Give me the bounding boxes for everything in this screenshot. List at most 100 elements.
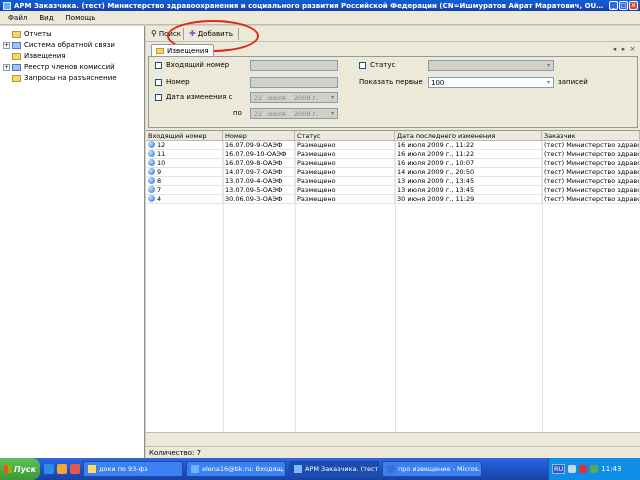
start-button[interactable]: Пуск bbox=[0, 458, 40, 480]
incoming-number-label: Входящий номер bbox=[166, 61, 230, 69]
clock[interactable]: 11:43 bbox=[601, 465, 621, 473]
table-cell: 13 июля 2009 г., 13:45 bbox=[395, 177, 542, 186]
table-cell: 16 июля 2009 г., 11:22 bbox=[395, 150, 542, 159]
table-cell: (тест) Министерство здравоо bbox=[542, 195, 640, 204]
media-icon[interactable] bbox=[70, 464, 80, 474]
cell-text: Размещено bbox=[297, 150, 336, 158]
column-header-customer[interactable]: Заказчик bbox=[542, 131, 640, 141]
document-icon bbox=[387, 465, 395, 473]
dropdown-arrow-icon[interactable]: ▾ bbox=[544, 61, 553, 70]
cell-text: 10 bbox=[157, 159, 166, 167]
tree-item-feedback[interactable]: + Система обратной связи bbox=[3, 40, 115, 50]
number-label: Номер bbox=[166, 78, 190, 86]
table-cell: 7 bbox=[146, 186, 223, 195]
mail-icon[interactable] bbox=[57, 464, 67, 474]
menu-file[interactable]: Файл bbox=[8, 14, 27, 22]
globe-icon bbox=[148, 150, 155, 157]
close-button[interactable]: × bbox=[629, 1, 638, 10]
cell-text: 13 июля 2009 г., 13:45 bbox=[397, 177, 475, 185]
status-select[interactable]: ▾ bbox=[428, 60, 554, 71]
cell-text: Размещено bbox=[297, 177, 336, 185]
changed-date-checkbox[interactable] bbox=[155, 94, 162, 101]
table-row[interactable]: 9 14.07.09-7-ОАЭФ Размещено 14 июля 2009 г.… bbox=[146, 168, 640, 177]
table-row[interactable]: 11 16.07.09-10-ОАЭФ Размещено 16 июля 2009 … bbox=[146, 150, 640, 159]
table-cell: 16 июля 2009 г., 10:07 bbox=[395, 159, 542, 168]
network-icon[interactable] bbox=[568, 465, 577, 473]
tree-item-reports[interactable]: Отчеты bbox=[3, 29, 52, 39]
expand-icon[interactable]: + bbox=[3, 41, 10, 49]
folder-icon bbox=[156, 47, 164, 54]
cell-text: 14.07.09-7-ОАЭФ bbox=[225, 168, 283, 176]
start-label: Пуск bbox=[14, 464, 37, 474]
cell-text: 16.07.09-8-ОАЭФ bbox=[225, 159, 283, 167]
table-cell: 13.07.09-4-ОАЭФ bbox=[223, 177, 295, 186]
status-checkbox[interactable] bbox=[359, 62, 366, 69]
browser-icon[interactable] bbox=[44, 464, 54, 474]
antivirus-icon[interactable] bbox=[579, 465, 588, 473]
tab-close-icon[interactable]: × bbox=[628, 45, 637, 54]
dropdown-arrow-icon[interactable]: ▾ bbox=[328, 109, 337, 118]
menu-help[interactable]: Помощь bbox=[66, 14, 96, 22]
table-row[interactable]: 8 13.07.09-4-ОАЭФ Размещено 13 июля 2009 г.… bbox=[146, 177, 640, 186]
table-row[interactable]: 4 30.06.09-3-ОАЭФ Размещено 30 июня 2009 г.… bbox=[146, 195, 640, 204]
binoculars-icon: ⚲ bbox=[151, 29, 157, 38]
globe-icon bbox=[148, 141, 155, 148]
horizontal-scrollbar[interactable] bbox=[146, 432, 640, 446]
folder-icon bbox=[12, 30, 21, 38]
dropdown-arrow-icon[interactable]: ▾ bbox=[544, 78, 553, 87]
tree-item-commission-register[interactable]: + Реестр членов комиссий bbox=[3, 62, 115, 72]
table-cell: Размещено bbox=[295, 150, 395, 159]
task-label: доки по 93-фз bbox=[99, 465, 148, 473]
tab-notices[interactable]: Извещения bbox=[151, 44, 214, 56]
security-icon[interactable] bbox=[590, 465, 599, 473]
cell-text: (тест) Министерство здравоо bbox=[544, 150, 640, 158]
incoming-number-checkbox[interactable] bbox=[155, 62, 162, 69]
tree-item-clarification-requests[interactable]: Запросы на разъяснение bbox=[3, 73, 117, 83]
date-to-year: 2009 г. bbox=[294, 110, 319, 118]
table-cell: 10 bbox=[146, 159, 223, 168]
column-header-number[interactable]: Номер bbox=[223, 131, 295, 141]
table-cell: 14 июля 2009 г., 20:50 bbox=[395, 168, 542, 177]
table-cell: 16 июля 2009 г., 11:22 bbox=[395, 141, 542, 150]
menu-view[interactable]: Вид bbox=[39, 14, 53, 22]
date-from-field[interactable]: 22 июля 2009 г. ▾ bbox=[250, 92, 338, 103]
window-titlebar[interactable]: АРМ Заказчика. (тест) Министерство здрав… bbox=[0, 0, 640, 11]
maximize-button[interactable]: □ bbox=[619, 1, 628, 10]
window-title: АРМ Заказчика. (тест) Министерство здрав… bbox=[14, 1, 609, 10]
table-cell: (тест) Министерство здравоо bbox=[542, 141, 640, 150]
minimize-button[interactable]: _ bbox=[609, 1, 618, 10]
column-header-status[interactable]: Статус bbox=[295, 131, 395, 141]
task-arm-customer[interactable]: АРМ Заказчика. (тест... bbox=[289, 461, 379, 477]
date-to-field[interactable]: 22 июля 2009 г. ▾ bbox=[250, 108, 338, 119]
folder-icon bbox=[12, 74, 21, 82]
language-indicator[interactable]: RU bbox=[552, 464, 566, 474]
tab-scroll-left-icon[interactable]: ◂ bbox=[610, 45, 619, 54]
folder-icon bbox=[12, 41, 21, 49]
tab-scroll-right-icon[interactable]: ▸ bbox=[619, 45, 628, 54]
number-field[interactable] bbox=[250, 77, 338, 88]
table-row[interactable]: 7 13.07.09-5-ОАЭФ Размещено 13 июля 2009 г.… bbox=[146, 186, 640, 195]
column-header-last-modified[interactable]: Дата последнего изменения bbox=[395, 131, 542, 141]
task-label: про извещение - Micros... bbox=[398, 465, 482, 473]
task-word-doc[interactable]: про извещение - Micros... bbox=[382, 461, 482, 477]
status-bar: Количество: 7 bbox=[146, 446, 640, 458]
cell-text: Размещено bbox=[297, 168, 336, 176]
cell-text: 4 bbox=[157, 195, 162, 203]
tree-item-label: Отчеты bbox=[24, 30, 52, 38]
system-tray: RU 11:43 bbox=[548, 458, 640, 480]
incoming-number-field[interactable] bbox=[250, 60, 338, 71]
table-cell: 9 bbox=[146, 168, 223, 177]
globe-icon bbox=[148, 168, 155, 175]
table-row[interactable]: 12 16.07.09-9-ОАЭФ Размещено 16 июля 2009 г… bbox=[146, 141, 640, 150]
task-docs-93fz[interactable]: доки по 93-фз bbox=[83, 461, 183, 477]
expand-icon[interactable]: + bbox=[3, 63, 10, 71]
number-checkbox[interactable] bbox=[155, 79, 162, 86]
column-header-incoming-number[interactable]: Входящий номер bbox=[146, 131, 223, 141]
task-mail[interactable]: elena16@bk.ru: Входящ... bbox=[186, 461, 286, 477]
tree-item-notices[interactable]: Извещения bbox=[3, 51, 66, 61]
table-cell: Размещено bbox=[295, 177, 395, 186]
status-label: Статус bbox=[370, 61, 396, 69]
show-first-select[interactable]: 100 ▾ bbox=[428, 77, 554, 88]
dropdown-arrow-icon[interactable]: ▾ bbox=[328, 93, 337, 102]
table-row[interactable]: 10 16.07.09-8-ОАЭФ Размещено 16 июля 2009 г… bbox=[146, 159, 640, 168]
